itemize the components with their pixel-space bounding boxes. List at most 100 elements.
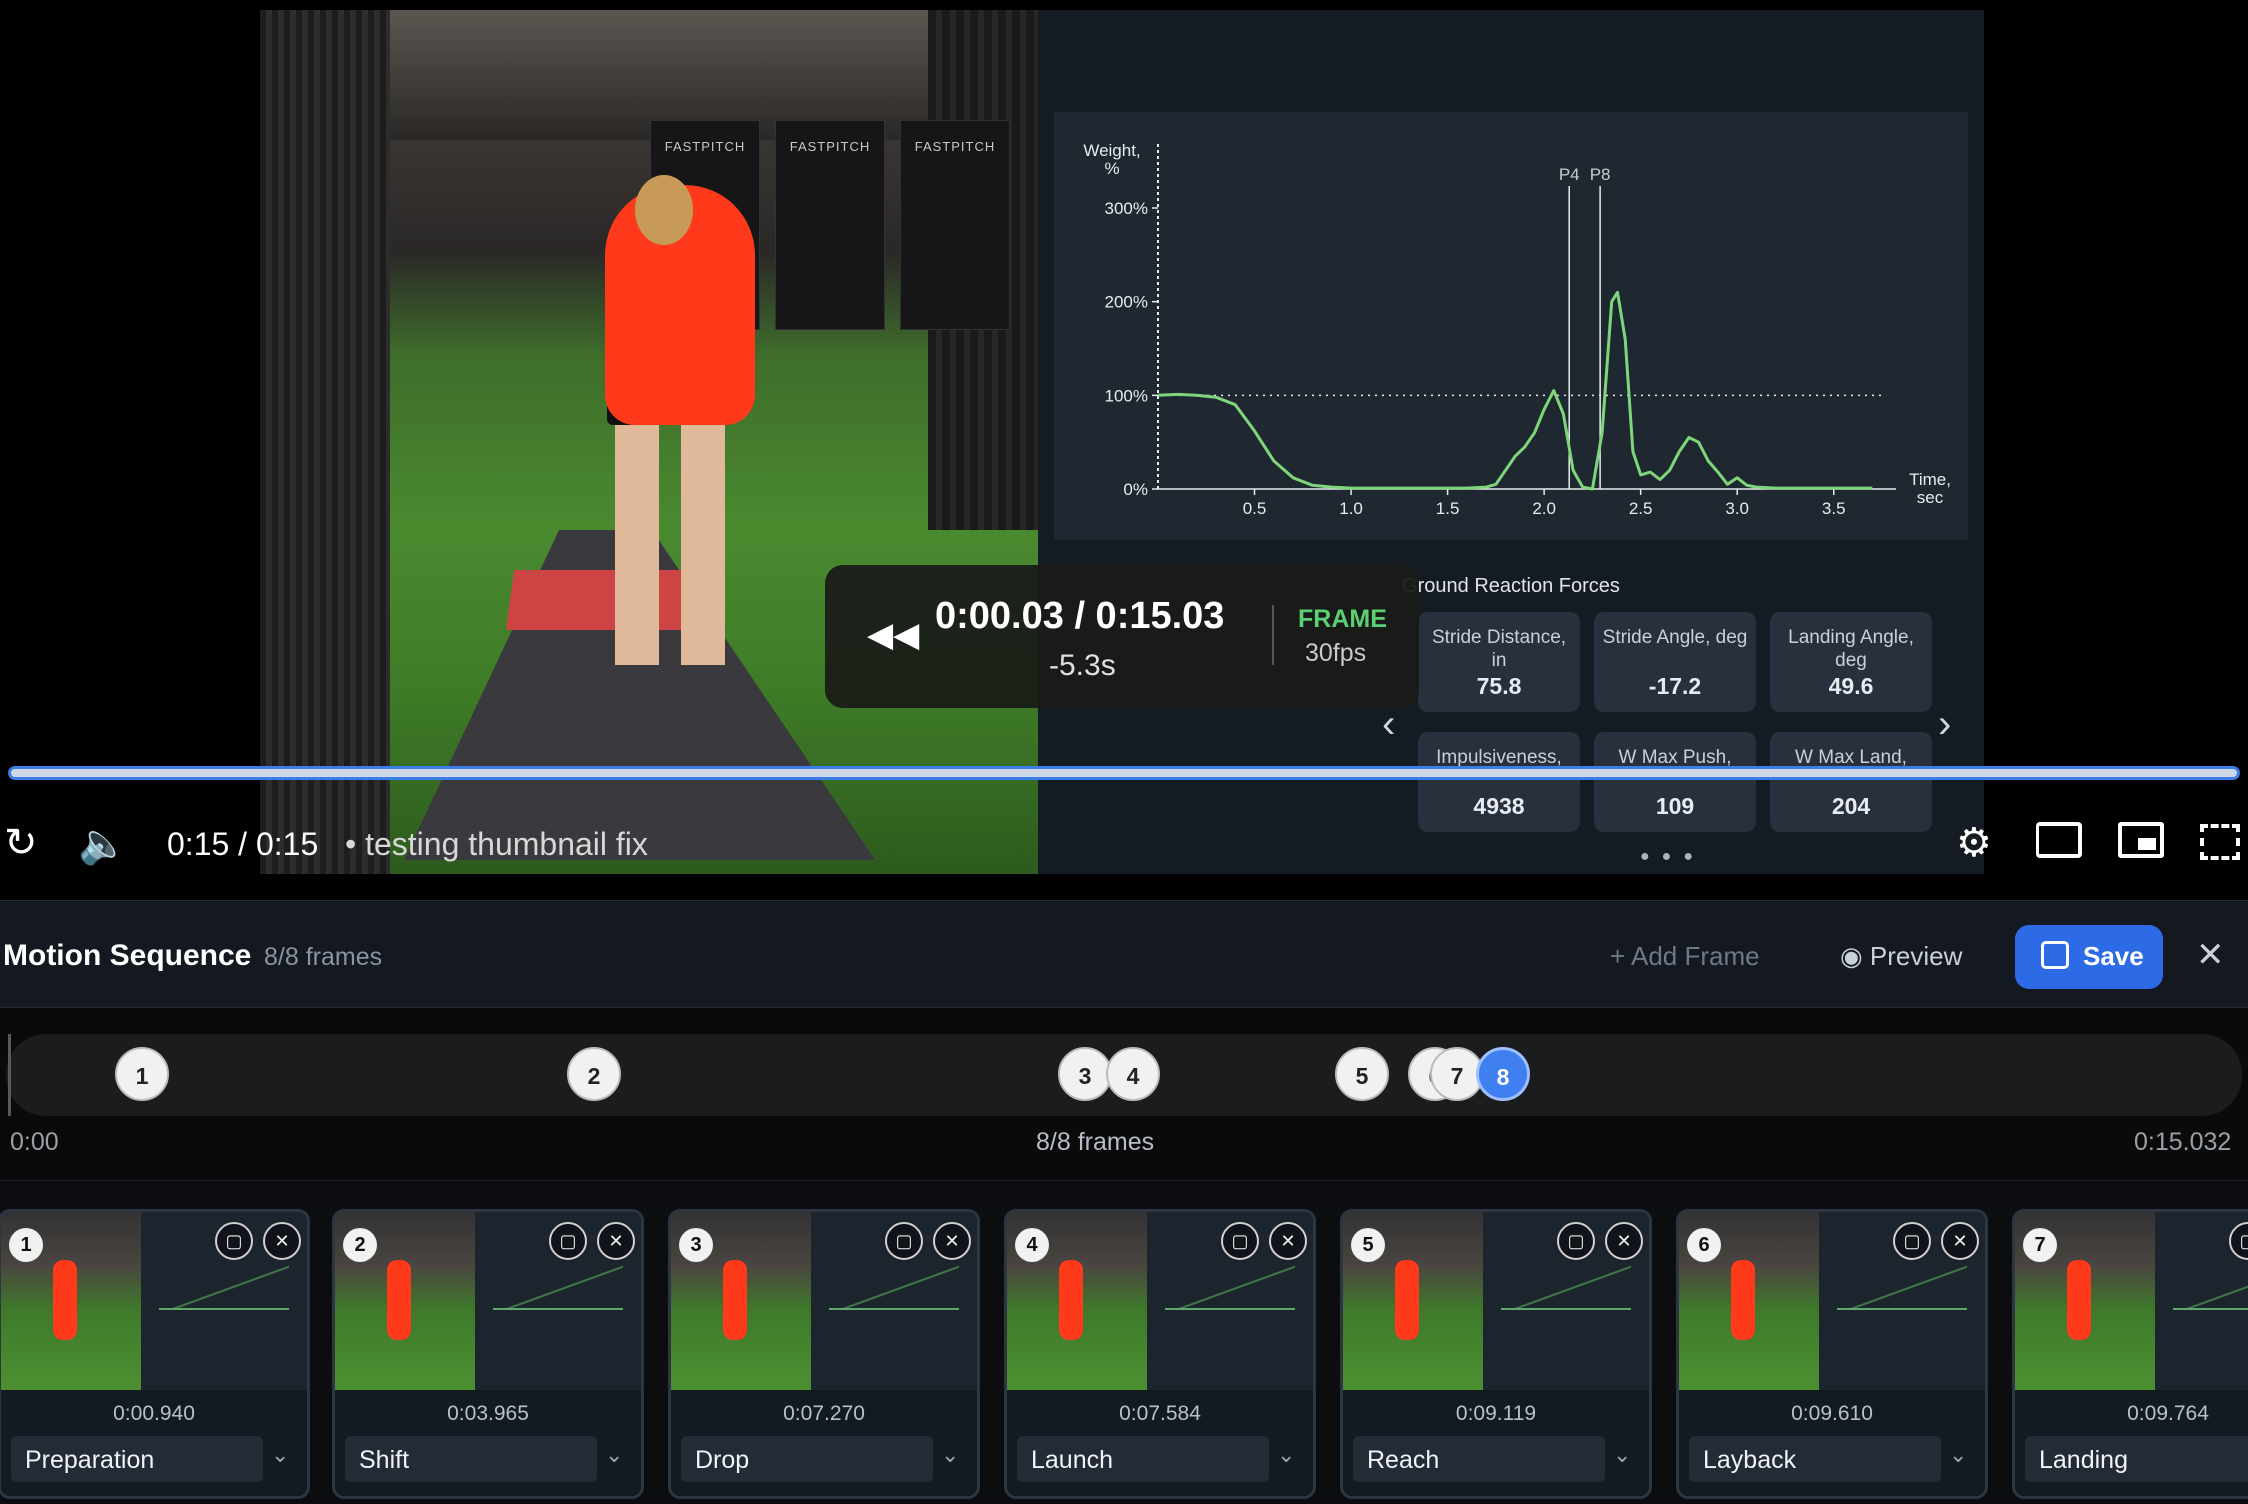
close-icon[interactable]: ✕ <box>1605 1222 1643 1260</box>
preview-button[interactable]: ◉ Preview <box>1840 941 1962 972</box>
metric-value: 75.8 <box>1476 673 1522 699</box>
frame-time: 0:07.270 <box>783 1402 865 1425</box>
fullscreen-icon[interactable] <box>2200 824 2240 860</box>
save-button[interactable]: Save <box>2015 925 2163 989</box>
phase-select[interactable]: Layback <box>1689 1436 1941 1482</box>
x-axis-unit: sec <box>1917 488 1944 507</box>
video-player[interactable]: FASTPITCH FASTPITCH FASTPITCH Weight, % … <box>0 0 2248 900</box>
sequence-header: Motion Sequence 8/8 frames + Add Frame ◉… <box>0 900 2248 1008</box>
gear-icon[interactable]: ⚙ <box>1956 820 1992 866</box>
phase-marker-label: P8 <box>1590 165 1611 184</box>
phase-select[interactable]: Drop <box>681 1436 933 1482</box>
frame-card[interactable]: 2 ▢ ✕ 0:03.965 Shift ⌄ <box>332 1209 644 1499</box>
frame-marker[interactable]: 4 <box>1106 1047 1160 1101</box>
timeline-end: 0:15.032 <box>2134 1128 2232 1156</box>
y-axis-label: Weight, <box>1083 141 1140 160</box>
playhead[interactable] <box>8 1034 11 1116</box>
timeline-start: 0:00 <box>10 1128 59 1156</box>
cage-net-left <box>260 10 390 874</box>
frame-marker-active[interactable]: 8 <box>1476 1047 1530 1101</box>
frame-marker[interactable]: 5 <box>1335 1047 1389 1101</box>
replay-icon[interactable]: ↻ <box>4 820 38 866</box>
weight-series-line <box>1157 290 1873 491</box>
volume-icon[interactable]: 🔈 <box>78 820 128 867</box>
copy-icon[interactable]: ▢ <box>1557 1222 1595 1260</box>
frame-thumbnail[interactable] <box>335 1212 641 1390</box>
progress-bar[interactable] <box>8 766 2240 780</box>
frame-marker[interactable]: 2 <box>567 1047 621 1101</box>
frame-marker[interactable]: 3 <box>1058 1047 1112 1101</box>
chevron-down-icon[interactable]: ⌄ <box>941 1442 959 1468</box>
frame-card[interactable]: 3 ▢ ✕ 0:07.270 Drop ⌄ <box>668 1209 980 1499</box>
close-icon[interactable]: ✕ <box>597 1222 635 1260</box>
chevron-down-icon[interactable]: ⌄ <box>605 1442 623 1468</box>
close-icon[interactable]: ✕ <box>1941 1222 1979 1260</box>
x-tick-label: 2.5 <box>1629 499 1653 518</box>
phase-select[interactable]: Preparation <box>11 1436 263 1482</box>
cast-icon[interactable] <box>2036 822 2082 858</box>
frame-thumbnail[interactable] <box>1343 1212 1649 1390</box>
y-tick-label: 0% <box>1123 480 1148 499</box>
frame-time: 0:09.119 <box>1455 1402 1537 1425</box>
frame-thumbnail[interactable] <box>671 1212 977 1390</box>
sequence-timeline[interactable]: 1 2 3 4 5 6 7 8 0:00 8/8 frames 0:15.032 <box>0 1008 2248 1180</box>
copy-icon[interactable]: ▢ <box>549 1222 587 1260</box>
banner: FASTPITCH <box>900 120 1010 330</box>
metric-card: Landing Angle, deg 49.6 <box>1770 612 1932 712</box>
frame-cards: 1 ▢ ✕ 0:00.940 Preparation ⌄ 2 ▢ ✕ 0:03.… <box>0 1180 2248 1504</box>
phase-select[interactable]: Reach <box>1353 1436 1605 1482</box>
chevron-down-icon[interactable]: ⌄ <box>271 1442 289 1468</box>
phase-select[interactable]: Shift <box>345 1436 597 1482</box>
frame-card[interactable]: 7 ▢ 0:09.764 Landing <box>2012 1209 2248 1499</box>
x-axis-label: Time, <box>1909 470 1951 489</box>
metric-card: Stride Angle, deg -17.2 <box>1594 612 1756 712</box>
frame-number: 4 <box>1015 1228 1049 1262</box>
chevron-down-icon[interactable]: ⌄ <box>1613 1442 1631 1468</box>
frame-card[interactable]: 1 ▢ ✕ 0:00.940 Preparation ⌄ <box>0 1209 310 1499</box>
video-frame[interactable]: FASTPITCH FASTPITCH FASTPITCH <box>260 10 1038 874</box>
x-tick-label: 0.5 <box>1243 499 1267 518</box>
close-icon[interactable]: ✕ <box>2196 935 2225 975</box>
frame-card[interactable]: 4 ▢ ✕ 0:07.584 Launch ⌄ <box>1004 1209 1316 1499</box>
save-icon <box>2041 941 2069 969</box>
preview-label: Preview <box>1869 941 1963 971</box>
plus-icon: + <box>1610 941 1631 971</box>
frame-marker[interactable]: 1 <box>115 1047 169 1101</box>
phase-select[interactable]: Launch <box>1017 1436 1269 1482</box>
close-icon[interactable]: ✕ <box>263 1222 301 1260</box>
miniplayer-icon[interactable] <box>2118 822 2164 858</box>
metric-label: Stride Angle, deg <box>1602 627 1748 648</box>
rewind-icon[interactable]: ◀◀ <box>867 615 919 655</box>
frame-thumbnail[interactable] <box>1007 1212 1313 1390</box>
y-axis-unit: % <box>1104 159 1119 178</box>
close-icon[interactable]: ✕ <box>933 1222 971 1260</box>
current-time: 0:15 <box>167 826 230 862</box>
time-display: 0:15 / 0:15 <box>167 826 318 863</box>
phase-select[interactable]: Landing <box>2025 1436 2248 1482</box>
frame-card[interactable]: 5 ▢ ✕ 0:09.119 Reach ⌄ <box>1340 1209 1652 1499</box>
analysis-panel: Weight, % Time, sec 0% 100% 200% 300% 0.5 1.0… <box>1038 10 1984 874</box>
copy-icon[interactable]: ▢ <box>1893 1222 1931 1260</box>
copy-icon[interactable]: ▢ <box>215 1222 253 1260</box>
add-frame-button[interactable]: + Add Frame <box>1610 941 1760 972</box>
banner-text: FASTPITCH <box>664 139 746 154</box>
x-tick-label: 1.0 <box>1339 499 1363 518</box>
frame-thumbnail[interactable] <box>1679 1212 1985 1390</box>
x-tick-label: 2.0 <box>1532 499 1556 518</box>
chevron-down-icon[interactable]: ⌄ <box>1277 1442 1295 1468</box>
timeline-frame-count: 8/8 frames <box>1036 1128 1155 1156</box>
copy-icon[interactable]: ▢ <box>885 1222 923 1260</box>
frame-overlay: ◀◀ 0:00.03 / 0:15.03 -5.3s FRAME 30fps <box>825 565 1419 708</box>
copy-icon[interactable]: ▢ <box>1221 1222 1259 1260</box>
frame-time: 0:03.965 <box>447 1402 529 1425</box>
chevron-right-icon[interactable]: › <box>1938 702 1951 747</box>
chevron-down-icon[interactable]: ⌄ <box>1949 1442 1967 1468</box>
close-icon[interactable]: ✕ <box>1269 1222 1307 1260</box>
frame-card[interactable]: 6 ▢ ✕ 0:09.610 Layback ⌄ <box>1676 1209 1988 1499</box>
frame-thumbnail[interactable] <box>1 1212 307 1390</box>
banner: FASTPITCH <box>775 120 885 330</box>
chevron-left-icon[interactable]: ‹ <box>1382 702 1395 747</box>
frame-number: 6 <box>1687 1228 1721 1262</box>
x-tick-label: 1.5 <box>1436 499 1460 518</box>
save-label: Save <box>2083 941 2144 971</box>
